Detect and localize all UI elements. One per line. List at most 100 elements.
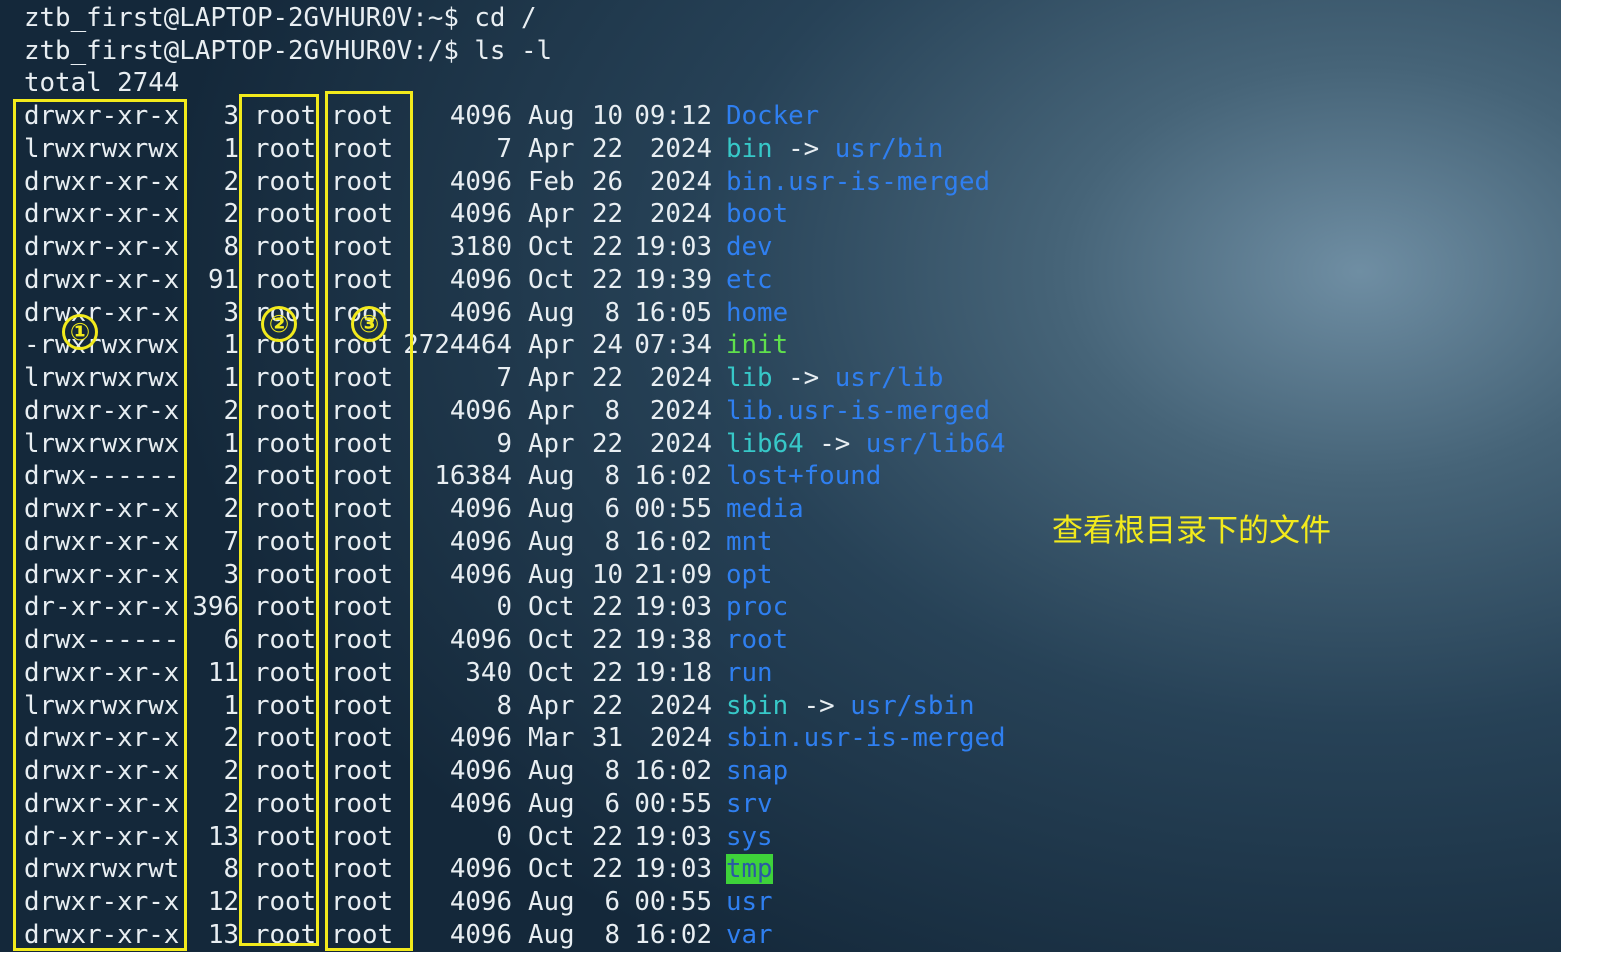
entry-day: 22 (592, 821, 624, 852)
entry-month: Apr (528, 330, 575, 361)
entry-day: 31 (592, 723, 624, 754)
entry-name: lib.usr-is-merged (726, 395, 991, 426)
link-arrow: -> (788, 363, 820, 393)
entry-name: root (726, 625, 789, 655)
entry-gap (819, 134, 835, 164)
entry-name-cell: sbin.usr-is-merged (726, 722, 1006, 756)
entry-name: var (726, 919, 773, 950)
entry-month: Oct (528, 592, 575, 623)
entry-time: 16:05 (634, 297, 712, 328)
marker-2: ② (261, 306, 297, 342)
entry-name: snap (726, 756, 789, 786)
entry-month: Aug (528, 919, 575, 950)
entry-name: run (726, 657, 773, 688)
entry-name-cell: srv (726, 788, 773, 822)
marker-3: ③ (351, 306, 387, 342)
entry-name-cell: run (726, 657, 773, 691)
prompt-line-ls: ztb_first@LAPTOP-2GVHUR0V:/$ ls -l (24, 36, 553, 66)
entry-day: 22 (592, 592, 624, 623)
entry-name-cell: etc (726, 264, 773, 298)
link-target: usr/lib (834, 363, 944, 393)
entry-time: 19:39 (634, 264, 712, 295)
entry-month: Aug (528, 887, 575, 917)
entry-month: Aug (528, 756, 575, 786)
entry-gap (850, 429, 866, 459)
entry-month: Aug (528, 494, 575, 524)
entry-month: Apr (528, 363, 575, 393)
entry-name-cell: lib -> usr/lib (726, 362, 943, 396)
entry-name-cell: opt (726, 559, 773, 593)
entry-name: bin (726, 133, 773, 164)
entry-name-cell: proc (726, 591, 788, 625)
entry-gap (773, 134, 789, 164)
entry-time: 00:55 (634, 494, 712, 524)
entry-month: Aug (528, 297, 575, 328)
bottom-margin (0, 952, 1600, 970)
entry-time: 07:34 (634, 330, 712, 361)
entry-name: usr (726, 887, 773, 917)
entry-name-cell: lost+found (726, 460, 881, 494)
entry-time: 16:02 (634, 461, 712, 492)
entry-name-cell: snap (726, 755, 788, 789)
entry-day: 26 (592, 166, 624, 197)
entry-time: 16:02 (634, 919, 712, 950)
entry-name: proc (726, 592, 789, 623)
entry-name-cell: sbin -> usr/sbin (726, 690, 975, 724)
entry-day: 22 (592, 657, 624, 688)
entry-name-cell: usr (726, 886, 773, 920)
link-target: usr/bin (834, 133, 944, 164)
entry-day: 10 (592, 101, 624, 131)
entry-name-cell: home (726, 297, 788, 331)
entry-day: 8 (604, 919, 620, 950)
entry-time: 21:09 (634, 559, 712, 590)
entry-month: Apr (528, 395, 575, 426)
entry-gap (773, 363, 789, 393)
entry-month: Apr (528, 133, 575, 164)
entry-time: 19:03 (634, 232, 712, 262)
terminal-window[interactable]: ztb_first@LAPTOP-2GVHUR0V:~$ cd / ztb_fi… (0, 0, 1600, 970)
entry-name: media (726, 494, 804, 524)
entry-month: Aug (528, 461, 575, 492)
entry-name: srv (726, 788, 773, 819)
entry-month: Apr (528, 428, 575, 459)
marker-1: ① (62, 314, 98, 350)
entry-name-cell: lib64 -> usr/lib64 (726, 428, 1006, 462)
total-line: total 2744 (24, 68, 180, 98)
entry-name-cell: dev (726, 231, 773, 265)
entry-name: sys (726, 821, 773, 852)
entry-name-cell: Docker (726, 100, 819, 134)
entry-day: 22 (592, 363, 624, 393)
entry-day: 22 (592, 690, 624, 721)
entry-month: Oct (528, 854, 575, 885)
entry-day: 6 (604, 788, 620, 819)
entry-name-cell: bin.usr-is-merged (726, 166, 990, 200)
entry-day: 8 (604, 395, 620, 426)
entry-name-cell: bin -> usr/bin (726, 133, 943, 167)
entry-time: 16:02 (634, 756, 712, 786)
entry-name: opt (726, 559, 773, 590)
link-arrow: -> (803, 690, 835, 721)
entry-time: 2024 (649, 428, 712, 459)
entry-day: 8 (604, 297, 620, 328)
entry-name-cell: root (726, 624, 788, 658)
entry-gap (804, 429, 820, 459)
entry-day: 22 (592, 854, 624, 885)
entry-day: 6 (604, 494, 620, 524)
entry-day: 8 (604, 526, 620, 557)
entry-day: 8 (604, 461, 620, 492)
entry-time: 2024 (649, 690, 712, 721)
entry-time: 2024 (649, 363, 712, 393)
entry-time: 19:38 (634, 625, 712, 655)
entry-name-cell: boot (726, 198, 788, 232)
entry-day: 22 (592, 232, 624, 262)
entry-name: lib (726, 363, 773, 393)
entry-day: 6 (604, 887, 620, 917)
annotation-note: 查看根目录下的文件 (1052, 513, 1331, 549)
entry-gap (788, 691, 804, 721)
entry-name: init (726, 330, 789, 361)
entry-name-cell: media (726, 493, 804, 527)
entry-name-cell: mnt (726, 526, 773, 560)
entry-time: 19:03 (634, 592, 712, 623)
entry-month: Feb (528, 166, 575, 197)
entry-day: 10 (592, 559, 624, 590)
